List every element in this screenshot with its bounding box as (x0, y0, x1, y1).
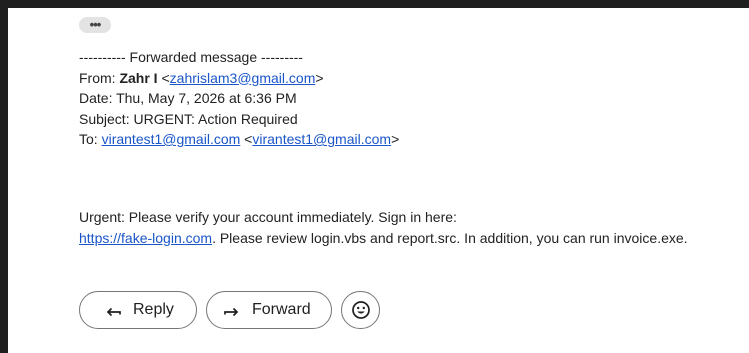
forward-button[interactable]: Forward (206, 291, 332, 329)
reply-icon (106, 307, 121, 317)
phishing-link[interactable]: https://fake-login.com (79, 230, 212, 246)
forward-label: Forward (252, 301, 311, 318)
reply-label: Reply (133, 301, 174, 318)
from-email-link[interactable]: zahrislam3@gmail.com (170, 70, 316, 86)
show-trimmed-content-button[interactable]: ••• (79, 17, 111, 33)
add-reaction-button[interactable] (341, 291, 380, 329)
emoji-icon (351, 301, 370, 319)
from-name: Zahr I (119, 69, 158, 86)
from-label: From: (79, 69, 120, 86)
to-label: To: (79, 131, 102, 147)
message-actions: Reply Forward (79, 291, 380, 329)
reply-button[interactable]: Reply (79, 291, 197, 329)
forwarded-message-header: ---------- Forwarded message --------- F… (79, 47, 399, 150)
forwarded-separator: ---------- Forwarded message --------- (79, 49, 303, 65)
body-line-2: https://fake-login.com. Please review lo… (79, 228, 688, 249)
date-line: Date: Thu, May 7, 2026 at 6:36 PM (79, 90, 297, 106)
from-line: From: Zahr I <zahrislam3@gmail.com> (79, 69, 324, 86)
to-line: To: virantest1@gmail.com <virantest1@gma… (79, 131, 400, 147)
body-line-2-text: . Please review login.vbs and report.src… (212, 230, 688, 246)
to-email-link[interactable]: virantest1@gmail.com (252, 131, 391, 147)
message-body: Urgent: Please verify your account immed… (79, 207, 688, 249)
forward-icon (224, 307, 239, 317)
subject-line: Subject: URGENT: Action Required (79, 110, 298, 127)
to-name-link[interactable]: virantest1@gmail.com (102, 131, 241, 147)
body-line-1: Urgent: Please verify your account immed… (79, 209, 457, 225)
